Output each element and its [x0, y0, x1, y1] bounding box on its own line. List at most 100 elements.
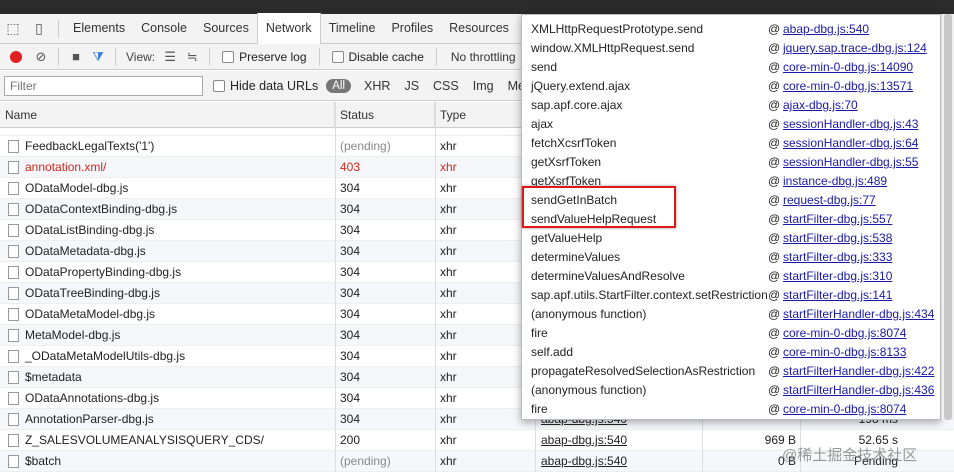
frame-source-link[interactable]: startFilter-dbg.js:333: [783, 250, 892, 264]
frame-at-symbol: @: [768, 231, 781, 245]
tab-console[interactable]: Console: [133, 13, 195, 43]
preserve-log-box[interactable]: [222, 50, 235, 63]
row-initiator[interactable]: abap-dbg.js:540: [541, 451, 696, 472]
disable-cache-box[interactable]: [331, 50, 344, 63]
frame-source-link[interactable]: abap-dbg.js:540: [783, 22, 869, 36]
tab-profiles[interactable]: Profiles: [383, 13, 441, 43]
throttling-select[interactable]: No throttling: [443, 50, 524, 64]
row-name[interactable]: _ODataMetaModelUtils-dbg.js: [25, 346, 330, 367]
tab-sources[interactable]: Sources: [195, 13, 257, 43]
frame-source-link[interactable]: core-min-0-dbg.js:14090: [783, 60, 913, 74]
filter-type-css[interactable]: CSS: [426, 79, 466, 93]
frame-at-symbol: @: [768, 212, 781, 226]
row-type: xhr: [440, 307, 457, 321]
header-type[interactable]: Type: [435, 102, 535, 128]
frame-source-link[interactable]: startFilter-dbg.js:538: [783, 231, 892, 245]
frame-source-link[interactable]: sessionHandler-dbg.js:55: [783, 155, 918, 169]
file-icon: [8, 161, 19, 174]
callstack-frame: sap.apf.utils.StartFilter.context.setRes…: [522, 285, 940, 304]
hide-data-urls-box[interactable]: [213, 79, 225, 92]
filter-type-js[interactable]: JS: [397, 79, 426, 93]
callstack-frame: jQuery.extend.ajax @ core-min-0-dbg.js:135…: [522, 76, 940, 95]
filter-type-img[interactable]: Img: [466, 79, 501, 93]
frame-source-link[interactable]: startFilter-dbg.js:141: [783, 288, 892, 302]
callstack-frame: send @ core-min-0-dbg.js:14090: [522, 57, 940, 76]
row-type: xhr: [440, 454, 457, 468]
row-name[interactable]: $batch: [25, 451, 330, 472]
large-rows-icon[interactable]: ☰: [159, 46, 181, 68]
frame-at-symbol: @: [768, 22, 781, 36]
row-name[interactable]: ODataAnnotations-dbg.js: [25, 388, 330, 409]
tab-timeline[interactable]: Timeline: [321, 13, 384, 43]
frame-source-link[interactable]: startFilterHandler-dbg.js:436: [783, 383, 934, 397]
header-status[interactable]: Status: [335, 102, 435, 128]
tab-resources[interactable]: Resources: [441, 13, 517, 43]
row-name[interactable]: ODataContextBinding-dbg.js: [25, 199, 330, 220]
frame-at-symbol: @: [768, 117, 781, 131]
frame-source-link[interactable]: jquery.sap.trace-dbg.js:124: [783, 41, 927, 55]
row-name[interactable]: ODataMetaModel-dbg.js: [25, 304, 330, 325]
hide-data-urls-checkbox[interactable]: Hide data URLs: [213, 79, 318, 93]
popover-scrollbar-thumb[interactable]: [944, 14, 952, 420]
tab-elements[interactable]: Elements: [65, 13, 133, 43]
device-mode-icon[interactable]: ▯: [26, 14, 52, 44]
file-icon: [8, 455, 19, 468]
frame-source-link[interactable]: ajax-dbg.js:70: [783, 98, 858, 112]
clear-icon[interactable]: ⊘: [30, 46, 52, 68]
row-name[interactable]: AnnotationParser-dbg.js: [25, 409, 330, 430]
row-type: xhr: [440, 244, 457, 258]
row-name[interactable]: ODataPropertyBinding-dbg.js: [25, 262, 330, 283]
callstack-frame: fetchXcsrfToken @ sessionHandler-dbg.js:64: [522, 133, 940, 152]
filter-input[interactable]: [4, 75, 203, 96]
row-name[interactable]: annotation.xml/: [25, 157, 330, 178]
row-status: 304: [340, 412, 361, 426]
capture-screenshots-icon[interactable]: ■: [65, 46, 87, 68]
frame-source-link[interactable]: sessionHandler-dbg.js:43: [783, 117, 918, 131]
frame-source-link[interactable]: startFilter-dbg.js:557: [783, 212, 892, 226]
callstack-frame: XMLHttpRequestPrototype.send @ abap-dbg.js…: [522, 19, 940, 38]
record-icon[interactable]: [10, 50, 22, 63]
watermark-text: @稀土掘金技术社区: [782, 447, 918, 464]
row-name[interactable]: Z_SALESVOLUMEANALYSISQUERY_CDS/: [25, 430, 330, 451]
frame-source-link[interactable]: startFilterHandler-dbg.js:434: [783, 307, 934, 321]
row-name[interactable]: ODataModel-dbg.js: [25, 178, 330, 199]
frame-source-link[interactable]: core-min-0-dbg.js:13571: [783, 79, 913, 93]
frame-source-link[interactable]: startFilter-dbg.js:310: [783, 269, 892, 283]
frame-at-symbol: @: [768, 364, 781, 378]
inspect-element-icon[interactable]: ⬚: [0, 14, 26, 44]
row-name[interactable]: FeedbackLegalTexts('1'): [25, 136, 330, 157]
window-top-strip: [0, 0, 954, 14]
row-type: xhr: [440, 265, 457, 279]
frame-source-link[interactable]: request-dbg.js:77: [783, 193, 876, 207]
row-name[interactable]: $metadata: [25, 367, 330, 388]
frame-function: getValueHelp: [531, 231, 603, 245]
row-type: xhr: [440, 328, 457, 342]
row-name[interactable]: ODataMetadata-dbg.js: [25, 241, 330, 262]
row-name[interactable]: ODataListBinding-dbg.js: [25, 220, 330, 241]
frame-source-link[interactable]: core-min-0-dbg.js:8074: [783, 402, 906, 416]
row-status: (pending): [340, 454, 391, 468]
frame-at-symbol: @: [768, 326, 781, 340]
row-name[interactable]: MetaModel-dbg.js: [25, 325, 330, 346]
header-name[interactable]: Name: [0, 102, 335, 128]
row-name[interactable]: ODataTreeBinding-dbg.js: [25, 283, 330, 304]
preserve-log-checkbox[interactable]: Preserve log: [222, 50, 307, 64]
overview-icon[interactable]: ≒: [181, 46, 203, 68]
row-status: 304: [340, 349, 361, 363]
frame-source-link[interactable]: instance-dbg.js:489: [783, 174, 887, 188]
frame-source-link[interactable]: core-min-0-dbg.js:8133: [783, 345, 906, 359]
popover-scrollbar[interactable]: [941, 14, 954, 420]
filter-icon[interactable]: ⧩: [87, 46, 109, 68]
frame-source-link[interactable]: core-min-0-dbg.js:8074: [783, 326, 906, 340]
row-status: 304: [340, 370, 361, 384]
filter-type-all[interactable]: All: [326, 78, 352, 93]
file-icon: [8, 182, 19, 195]
frame-source-link[interactable]: startFilterHandler-dbg.js:422: [783, 364, 934, 378]
row-initiator[interactable]: abap-dbg.js:540: [541, 430, 696, 451]
disable-cache-checkbox[interactable]: Disable cache: [331, 50, 424, 64]
callstack-frame: ajax @ sessionHandler-dbg.js:43: [522, 114, 940, 133]
tab-network[interactable]: Network: [256, 13, 321, 44]
frame-at-symbol: @: [768, 155, 781, 169]
filter-type-xhr[interactable]: XHR: [357, 79, 397, 93]
frame-source-link[interactable]: sessionHandler-dbg.js:64: [783, 136, 918, 150]
